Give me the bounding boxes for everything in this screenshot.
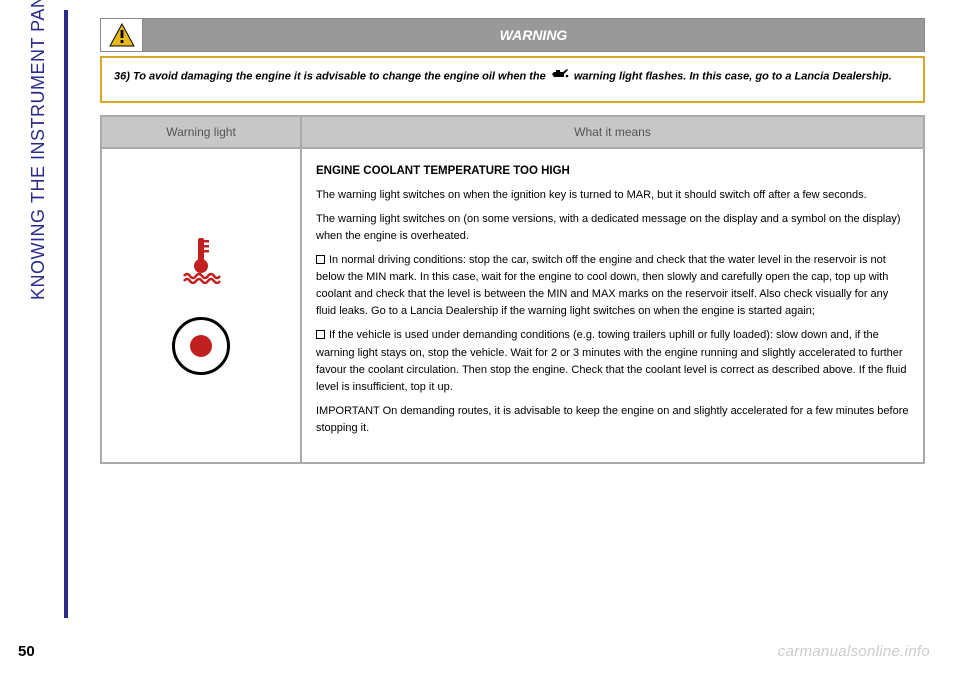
meaning-p2: The warning light switches on (on some v… <box>316 211 909 245</box>
warning-light-cell <box>101 148 301 462</box>
warning-triangle-icon <box>101 19 143 51</box>
meaning-p1: The warning light switches on when the i… <box>316 187 909 204</box>
page-content: WARNING 36) To avoid damaging the engine… <box>100 18 925 464</box>
meaning-cell: ENGINE COOLANT TEMPERATURE TOO HIGH The … <box>301 148 924 462</box>
page-number: 50 <box>18 643 35 660</box>
red-indicator-dot <box>190 335 212 357</box>
warning-light-table: Warning light What it means <box>100 115 925 463</box>
meaning-bullet-1: In normal driving conditions: stop the c… <box>316 252 909 320</box>
meaning-bullet-2: If the vehicle is used under demanding c… <box>316 327 909 395</box>
square-bullet-icon <box>316 330 325 339</box>
oil-can-icon <box>551 68 569 85</box>
bullet-1-text: In normal driving conditions: stop the c… <box>316 254 888 317</box>
meaning-important: IMPORTANT On demanding routes, it is adv… <box>316 403 909 437</box>
warning-text-before: 36) To avoid damaging the engine it is a… <box>114 70 549 82</box>
table-header-row: Warning light What it means <box>101 116 924 148</box>
red-indicator-icon <box>172 317 230 375</box>
watermark: carmanualsonline.info <box>778 643 930 660</box>
sidebar-section-title: KNOWING THE INSTRUMENT PANEL <box>28 0 49 300</box>
sidebar-suffix: THE INSTRUMENT PANEL <box>28 0 48 203</box>
square-bullet-icon <box>316 255 325 264</box>
coolant-temperature-icon <box>181 236 221 289</box>
sidebar-rule: KNOWING THE INSTRUMENT PANEL <box>18 10 68 618</box>
warning-header: WARNING <box>100 18 925 52</box>
meaning-title: ENGINE COOLANT TEMPERATURE TOO HIGH <box>316 163 909 181</box>
table-header-meaning: What it means <box>301 116 924 148</box>
table-row: ENGINE COOLANT TEMPERATURE TOO HIGH The … <box>101 148 924 462</box>
warning-text-after: warning light flashes. In this case, go … <box>571 70 892 82</box>
bullet-2-text: If the vehicle is used under demanding c… <box>316 329 906 392</box>
table-header-warning-light: Warning light <box>101 116 301 148</box>
sidebar-prefix: KNOWING <box>28 203 48 300</box>
warning-title: WARNING <box>143 19 924 51</box>
warning-callout: 36) To avoid damaging the engine it is a… <box>100 56 925 103</box>
